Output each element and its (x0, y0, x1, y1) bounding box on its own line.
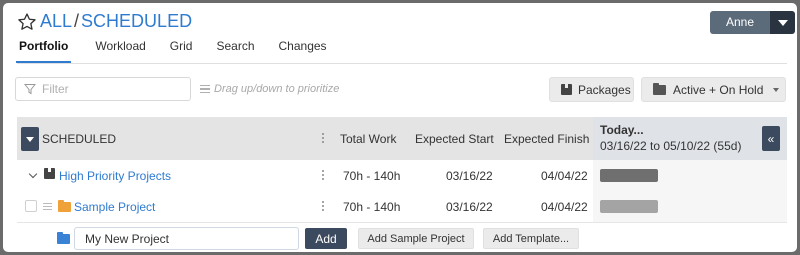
tab-workload[interactable]: Workload (95, 39, 145, 63)
chevron-down-icon[interactable] (770, 11, 796, 34)
row-name-link[interactable]: High Priority Projects (59, 169, 171, 183)
new-project-name-input[interactable] (74, 227, 299, 250)
table-row[interactable]: High Priority Projects 70h - 140h 03/16/… (17, 160, 787, 192)
status-filter-dropdown[interactable]: Active + On Hold (641, 77, 786, 102)
collapse-all-button[interactable] (21, 127, 39, 151)
chevron-down-icon (773, 87, 780, 92)
drag-hint: Drag up/down to prioritize (200, 83, 339, 95)
today-title[interactable]: Today... (600, 123, 644, 137)
row-expected-start: 03/16/22 (446, 200, 493, 214)
column-header-total-work[interactable]: Total Work (340, 132, 396, 146)
header: ALL / SCHEDULED Anne Portfolio Workload Gr… (3, 3, 797, 67)
drag-handle-icon (200, 85, 210, 93)
folder-icon (57, 232, 70, 244)
column-header-expected-start[interactable]: Expected Start (415, 132, 494, 146)
breadcrumb-separator: / (74, 11, 80, 31)
row-menu-icon[interactable] (322, 170, 325, 180)
grid-header: SCHEDULED Total Work Expected Start Expe… (17, 117, 787, 160)
filter-input[interactable] (40, 81, 184, 97)
package-icon (561, 84, 572, 95)
row-expected-start: 03/16/22 (446, 169, 493, 183)
filter-field[interactable] (15, 77, 191, 101)
drag-hint-text: Drag up/down to prioritize (214, 83, 340, 95)
tab-grid[interactable]: Grid (170, 39, 193, 63)
row-name-link[interactable]: Sample Project (74, 200, 155, 214)
drag-handle-icon[interactable] (43, 203, 52, 210)
add-button[interactable]: Add (305, 228, 347, 249)
gantt-bar[interactable] (600, 169, 658, 182)
breadcrumb-all-link[interactable]: ALL (40, 11, 72, 31)
tab-changes[interactable]: Changes (279, 39, 327, 63)
column-menu-icon[interactable] (322, 133, 325, 143)
row-expected-finish: 04/04/22 (541, 200, 588, 214)
timeline-cell (593, 160, 787, 191)
table-row[interactable]: Sample Project 70h - 140h 03/16/22 04/04… (17, 191, 787, 223)
folder-icon (653, 82, 666, 95)
status-filter-label: Active + On Hold (673, 82, 764, 97)
packages-label: Packages (578, 82, 631, 97)
today-range: 03/16/22 to 05/10/22 (55d) (600, 139, 742, 153)
expand-timeline-button[interactable]: « (762, 126, 780, 151)
row-expected-finish: 04/04/22 (541, 169, 588, 183)
new-project-row: Add Add Sample Project Add Template... (17, 223, 787, 252)
chevron-down-icon[interactable] (28, 169, 38, 179)
user-name[interactable]: Anne (710, 11, 771, 34)
tab-portfolio[interactable]: Portfolio (16, 39, 72, 63)
timeline-cell (593, 191, 787, 222)
row-checkbox[interactable] (25, 200, 37, 212)
row-menu-icon[interactable] (322, 201, 325, 211)
row-total-work: 70h - 140h (343, 169, 401, 183)
breadcrumb: ALL / SCHEDULED (40, 11, 192, 32)
row-total-work: 70h - 140h (343, 200, 401, 214)
tab-divider (17, 63, 787, 64)
package-icon (44, 168, 55, 179)
timeline-header: Today... 03/16/22 to 05/10/22 (55d) (593, 117, 787, 160)
column-header-name[interactable]: SCHEDULED (42, 132, 116, 146)
add-template-button[interactable]: Add Template... (483, 228, 579, 249)
tab-bar: Portfolio Workload Grid Search Changes (16, 39, 351, 63)
chevron-down-icon (26, 136, 34, 142)
star-icon[interactable] (17, 12, 37, 32)
breadcrumb-current: SCHEDULED (81, 11, 193, 31)
filter-icon (24, 84, 36, 95)
tab-search[interactable]: Search (216, 39, 254, 63)
user-menu-button[interactable]: Anne (710, 11, 796, 34)
column-header-expected-finish[interactable]: Expected Finish (504, 132, 589, 146)
add-sample-project-button[interactable]: Add Sample Project (358, 228, 474, 249)
folder-icon (58, 200, 71, 212)
packages-button[interactable]: Packages (549, 77, 634, 102)
app-window: ALL / SCHEDULED Anne Portfolio Workload Gr… (3, 3, 797, 252)
gantt-bar[interactable] (600, 200, 658, 213)
